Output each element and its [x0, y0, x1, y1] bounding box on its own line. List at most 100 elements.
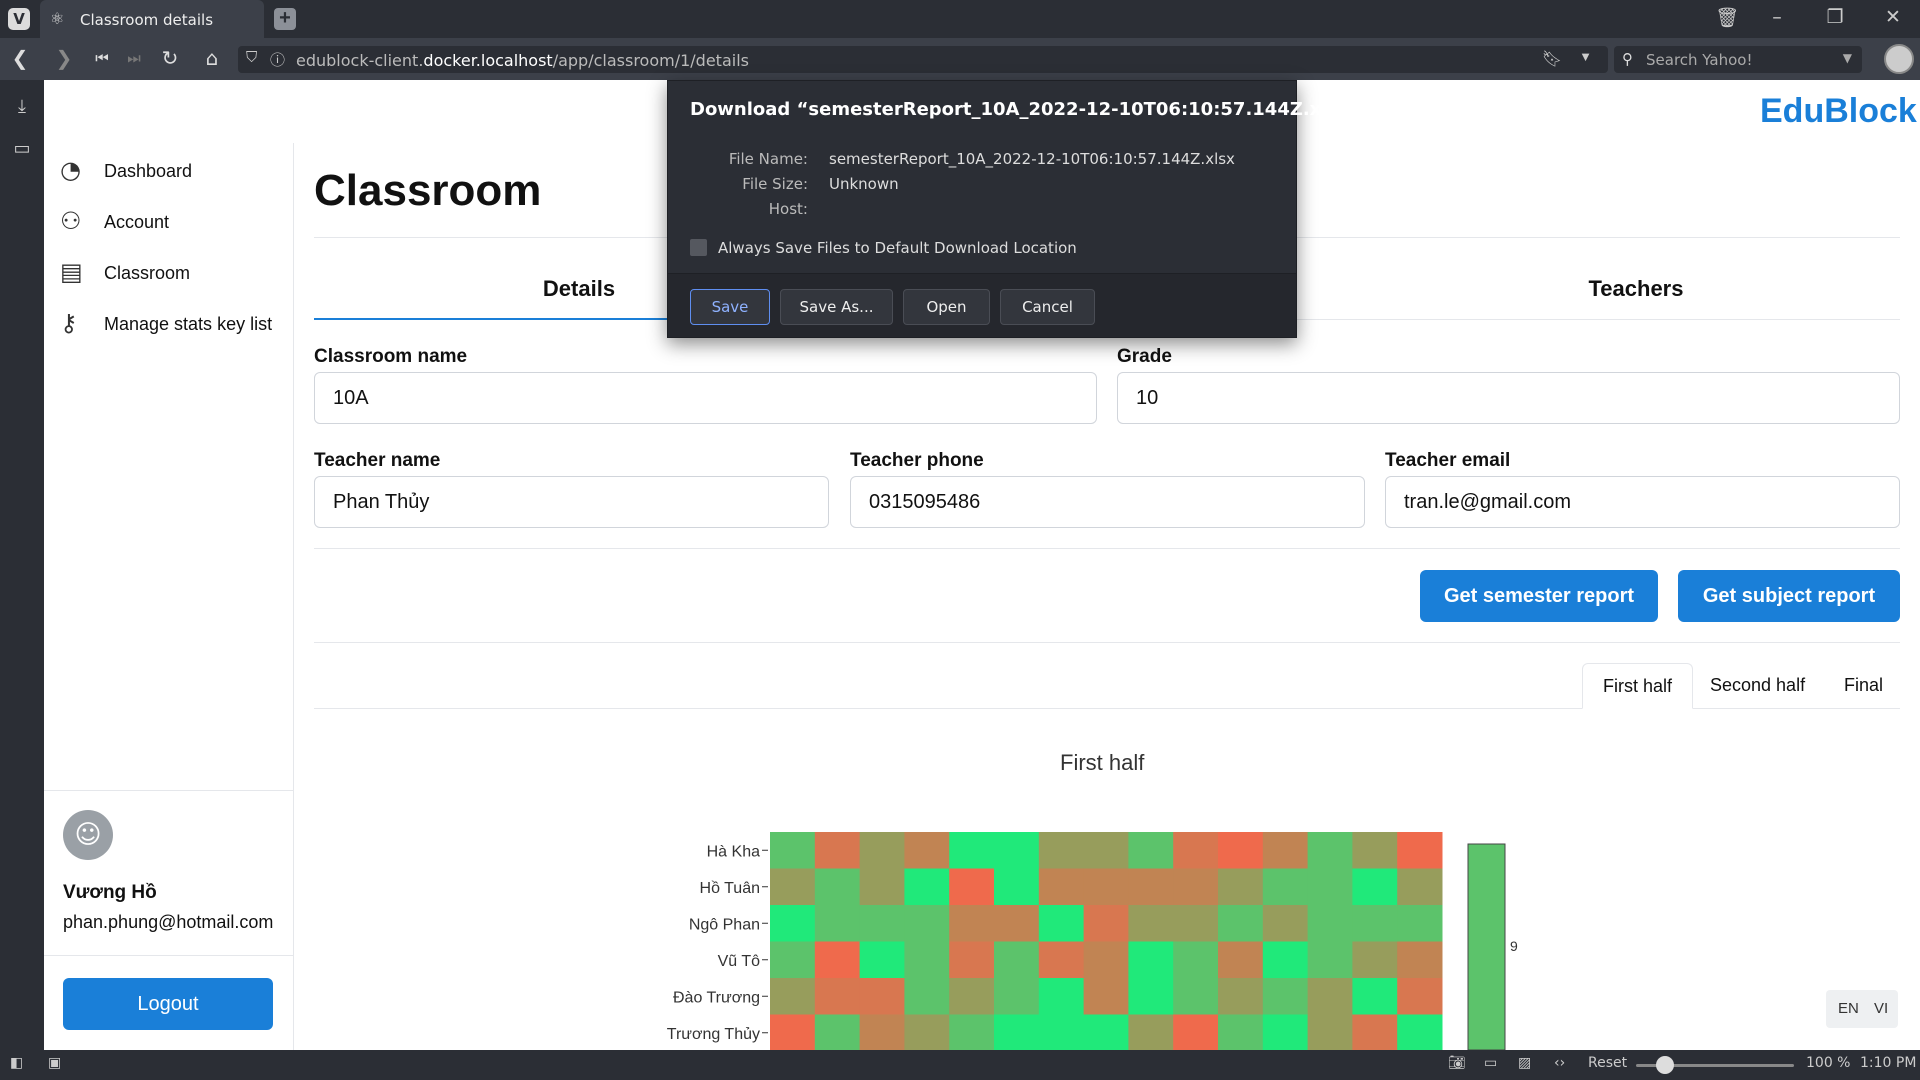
heatmap-cell [1352, 905, 1398, 942]
classroom-icon: ▤ [60, 258, 83, 286]
close-window-icon[interactable]: ✕ [1878, 6, 1908, 28]
capture-icon[interactable]: 📷︎ [1448, 1055, 1466, 1071]
heatmap-cell [859, 832, 905, 869]
heatmap-cell [770, 978, 816, 1015]
browser-tab[interactable]: ⚛ Classroom details [40, 0, 264, 38]
search-field[interactable]: ⚲ Search Yahoo! ▼ [1614, 46, 1862, 73]
search-engine-dropdown-icon[interactable]: ▼ [1843, 51, 1852, 65]
zoom-reset[interactable]: Reset [1588, 1055, 1627, 1071]
heatmap-cell [1352, 941, 1398, 979]
get-subject-report-button[interactable]: Get subject report [1678, 570, 1900, 622]
save-button[interactable]: Save [690, 289, 770, 325]
url-dropdown-icon[interactable]: ▼ [1579, 49, 1592, 64]
heatmap-cell [770, 868, 816, 906]
sidebar-item-classroom[interactable]: ▤ Classroom [60, 258, 290, 288]
row-tick-label: Hà Kha [707, 843, 760, 860]
page-actions-icon[interactable]: ‹› [1554, 1055, 1565, 1071]
tab-teachers[interactable]: Teachers [1372, 276, 1900, 302]
heatmap-cell [1173, 832, 1219, 869]
brand-logo: EduBlock [1760, 92, 1917, 130]
rewind-icon[interactable]: ⏮ [88, 49, 116, 67]
teacher-name-input[interactable]: Phan Thủy [314, 476, 829, 528]
images-icon[interactable]: ▨ [1518, 1055, 1531, 1071]
window-panel-icon[interactable]: ▭ [10, 138, 34, 159]
heatmap-cell [1038, 941, 1085, 979]
heatmap-cell [1083, 978, 1129, 1015]
new-tab-icon[interactable]: + [274, 8, 296, 30]
teacher-email-label: Teacher email [1385, 450, 1511, 471]
heatmap-cell [1218, 868, 1264, 906]
divider [44, 955, 294, 956]
grade-input[interactable]: 10 [1117, 372, 1900, 424]
heatmap-cell [770, 832, 816, 869]
back-icon[interactable]: ❮ [6, 46, 34, 70]
heatmap-cell [994, 941, 1040, 979]
search-icon: ⚲ [1622, 50, 1633, 68]
fast-forward-icon[interactable]: ⏭ [120, 49, 148, 67]
heatmap-cell [1397, 1014, 1443, 1050]
file-name-value: semesterReport_10A_2022-12-10T06:10:57.1… [829, 150, 1235, 168]
heatmap-cell [1128, 1014, 1174, 1050]
lang-en-button[interactable]: EN [1838, 1000, 1859, 1017]
file-size-value: Unknown [829, 175, 899, 193]
logout-button[interactable]: Logout [63, 978, 273, 1030]
heatmap-cell [1397, 832, 1443, 869]
restore-icon[interactable]: ❐ [1820, 6, 1850, 28]
tab-first-half[interactable]: First half [1582, 663, 1694, 709]
sidebar-item-dashboard[interactable]: ◔ Dashboard [60, 156, 290, 186]
tab-title: Classroom details [80, 11, 214, 29]
bookmark-icon[interactable]: 🔖︎ [1542, 49, 1562, 69]
url-field[interactable]: ⛉ ⓘ edublock-client.docker.localhost/app… [238, 46, 1608, 73]
heatmap-cell [1173, 905, 1219, 942]
tile-icon[interactable]: ▭ [1484, 1055, 1497, 1071]
always-save-label: Always Save Files to Default Download Lo… [718, 239, 1077, 257]
divider [314, 548, 1900, 549]
heatmap-cell [770, 1014, 816, 1050]
tab-final[interactable]: Final [1824, 663, 1903, 709]
sidebar-item-label: Dashboard [104, 161, 193, 181]
clock: 1:10 PM [1860, 1055, 1917, 1071]
teacher-phone-input[interactable]: 0315095486 [850, 476, 1365, 528]
forward-icon[interactable]: ❯ [50, 46, 78, 70]
teacher-email-input[interactable]: tran.le@gmail.com [1385, 476, 1900, 528]
heatmap-cell [949, 941, 995, 979]
tab-second-half[interactable]: Second half [1690, 663, 1825, 709]
sidebar-item-manage-stats[interactable]: ⚷ Manage stats key list [60, 309, 290, 339]
page-title: Classroom [314, 166, 542, 215]
always-save-checkbox[interactable] [690, 239, 707, 256]
browser-side-panel [0, 80, 44, 1050]
user-avatar-icon: ☺ [63, 810, 113, 860]
shield-icon[interactable]: ⛉ [246, 49, 257, 66]
heatmap-cell [1083, 941, 1129, 979]
panel-toggle-icon[interactable]: ◧ [10, 1055, 23, 1071]
row-tick-label: Đào Trương [673, 989, 760, 1006]
heatmap-cell [1262, 905, 1309, 942]
url-text: edublock-client.docker.localhost/app/cla… [296, 51, 749, 70]
cancel-button[interactable]: Cancel [1000, 289, 1095, 325]
tab-tiling-icon[interactable]: ▣ [48, 1055, 61, 1071]
download-dialog: Download “semesterReport_10A_2022-12-10T… [667, 80, 1372, 338]
reload-icon[interactable]: ↻ [156, 46, 184, 70]
heatmap-cell [1083, 832, 1129, 869]
save-as-button[interactable]: Save As... [780, 289, 893, 325]
get-semester-report-button[interactable]: Get semester report [1420, 570, 1658, 622]
sidebar-item-account[interactable]: ⚇ Account [60, 207, 290, 237]
trash-icon[interactable]: 🗑 [1712, 6, 1742, 29]
site-info-icon[interactable]: ⓘ [270, 49, 285, 70]
heatmap-cell [1262, 832, 1309, 869]
heatmap-cell [949, 905, 995, 942]
open-button[interactable]: Open [903, 289, 990, 325]
profile-avatar-icon[interactable] [1884, 44, 1914, 74]
downloads-panel-icon[interactable]: ⤓ [10, 96, 34, 117]
vivaldi-logo-icon[interactable]: V [8, 8, 30, 30]
heatmap-cell [1128, 941, 1174, 979]
zoom-slider-handle[interactable] [1656, 1056, 1674, 1074]
heatmap-cell [1218, 1014, 1264, 1050]
heatmap-cell [994, 978, 1040, 1015]
home-icon[interactable]: ⌂ [198, 46, 226, 70]
lang-vi-button[interactable]: VI [1874, 1000, 1888, 1017]
minimize-icon[interactable]: – [1762, 6, 1792, 28]
user-email: phan.phung@hotmail.com [63, 912, 274, 932]
file-size-label: File Size: [742, 175, 808, 193]
classroom-name-input[interactable]: 10A [314, 372, 1097, 424]
